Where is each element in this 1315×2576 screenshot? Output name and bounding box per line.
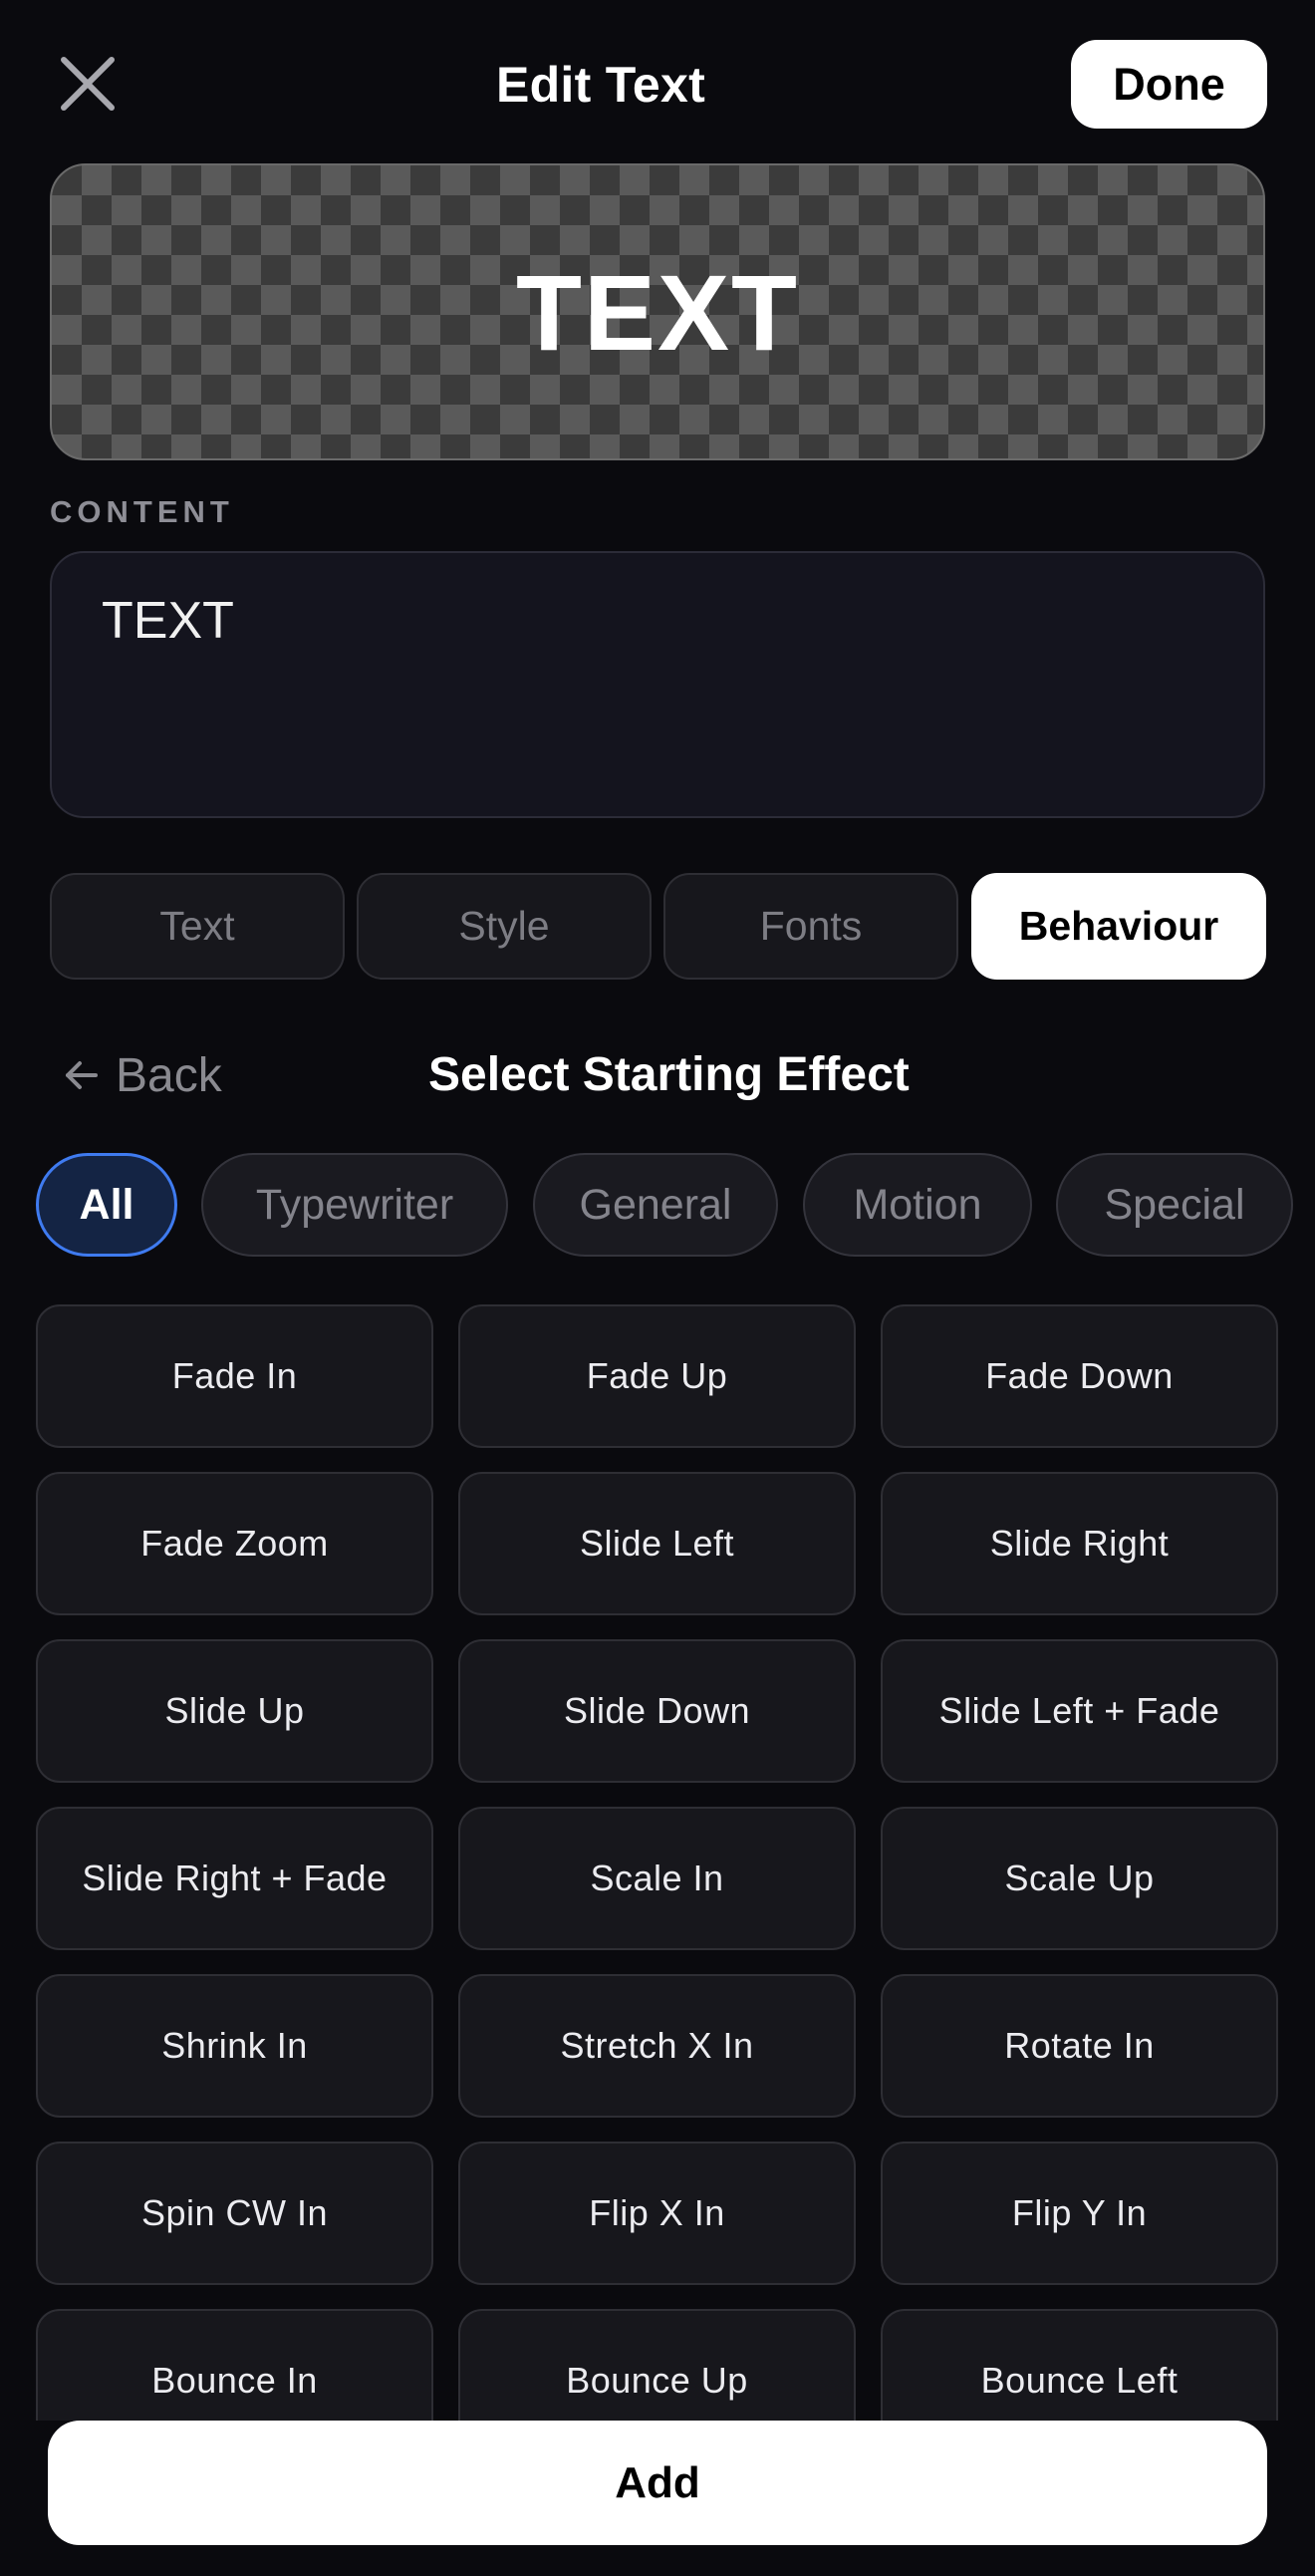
effect-option-button[interactable]: Slide Up xyxy=(36,1639,433,1783)
back-label: Back xyxy=(116,1048,222,1102)
content-label: CONTENT xyxy=(50,494,234,529)
effect-option-button[interactable]: Shrink In xyxy=(36,1974,433,2118)
effect-option-button[interactable]: Fade Up xyxy=(458,1304,856,1448)
tab-behaviour[interactable]: Behaviour xyxy=(971,873,1266,980)
tab-fonts[interactable]: Fonts xyxy=(663,873,958,980)
filter-chip-typewriter[interactable]: Typewriter xyxy=(201,1153,508,1257)
effect-option-button[interactable]: Slide Right + Fade xyxy=(36,1807,433,1950)
filter-chip-motion[interactable]: Motion xyxy=(803,1153,1032,1257)
effect-option-button[interactable]: Slide Left xyxy=(458,1472,856,1615)
effect-option-button[interactable]: Fade In xyxy=(36,1304,433,1448)
effects-grid-scroll[interactable]: Fade In Fade Up Fade Down Fade Zoom Slide Le… xyxy=(36,1304,1279,2421)
filter-chip-general[interactable]: General xyxy=(533,1153,778,1257)
effect-option-button[interactable]: Bounce In xyxy=(36,2309,433,2421)
effect-option-button[interactable]: Scale Up xyxy=(881,1807,1278,1950)
effects-grid: Fade In Fade Up Fade Down Fade Zoom Slide Le… xyxy=(36,1304,1279,2421)
content-text-field[interactable]: TEXT xyxy=(50,551,1265,818)
effect-option-button[interactable]: Stretch X In xyxy=(458,1974,856,2118)
filter-chip-special[interactable]: Special xyxy=(1056,1153,1293,1257)
effect-option-button[interactable]: Fade Zoom xyxy=(36,1472,433,1615)
tab-style[interactable]: Style xyxy=(357,873,652,980)
tab-text[interactable]: Text xyxy=(50,873,345,980)
preview-text: TEXT xyxy=(515,251,799,373)
effect-option-button[interactable]: Rotate In xyxy=(881,1974,1278,2118)
effect-option-button[interactable]: Flip X In xyxy=(458,2142,856,2285)
effect-option-button[interactable]: Flip Y In xyxy=(881,2142,1278,2285)
effect-option-button[interactable]: Slide Left + Fade xyxy=(881,1639,1278,1783)
add-button[interactable]: Add xyxy=(48,2421,1267,2545)
effect-option-button[interactable]: Slide Right xyxy=(881,1472,1278,1615)
arrow-left-icon xyxy=(66,1061,98,1089)
page-title: Edit Text xyxy=(495,57,706,113)
effect-option-button[interactable]: Bounce Left xyxy=(881,2309,1278,2421)
section-title: Select Starting Effect xyxy=(428,1048,910,1101)
filter-chip-all[interactable]: All xyxy=(36,1153,177,1257)
effect-option-button[interactable]: Spin CW In xyxy=(36,2142,433,2285)
text-preview-canvas: TEXT xyxy=(50,163,1265,460)
effect-option-button[interactable]: Slide Down xyxy=(458,1639,856,1783)
back-button[interactable]: Back xyxy=(62,1040,222,1110)
effect-option-button[interactable]: Fade Down xyxy=(881,1304,1278,1448)
effect-option-button[interactable]: Scale In xyxy=(458,1807,856,1950)
effect-option-button[interactable]: Bounce Up xyxy=(458,2309,856,2421)
done-button[interactable]: Done xyxy=(1071,40,1267,129)
